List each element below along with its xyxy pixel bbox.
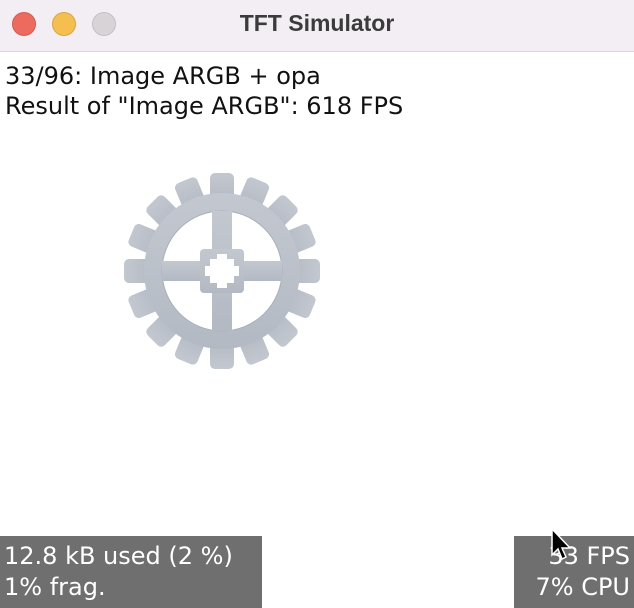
gear-icon (124, 173, 320, 369)
memory-used-label: 12.8 kB used (2 %) (4, 542, 233, 570)
fragmentation-label: 1% frag. (4, 573, 106, 601)
benchmark-progress-label: 33/96: Image ARGB + opa (5, 62, 321, 90)
title-bar[interactable]: TFT Simulator (0, 0, 634, 52)
benchmark-result-label: Result of "Image ARGB": 618 FPS (5, 92, 404, 120)
mouse-cursor-icon (551, 527, 572, 561)
window-title: TFT Simulator (239, 10, 395, 36)
memory-monitor: 12.8 kB used (2 %) 1% frag. (0, 536, 262, 608)
simulator-window: TFT Simulator 33/96: Image ARGB + opa Re… (0, 0, 634, 608)
display-area: 33/96: Image ARGB + opa Result of "Image… (0, 52, 634, 608)
cpu-label: 7% CPU (535, 573, 631, 601)
